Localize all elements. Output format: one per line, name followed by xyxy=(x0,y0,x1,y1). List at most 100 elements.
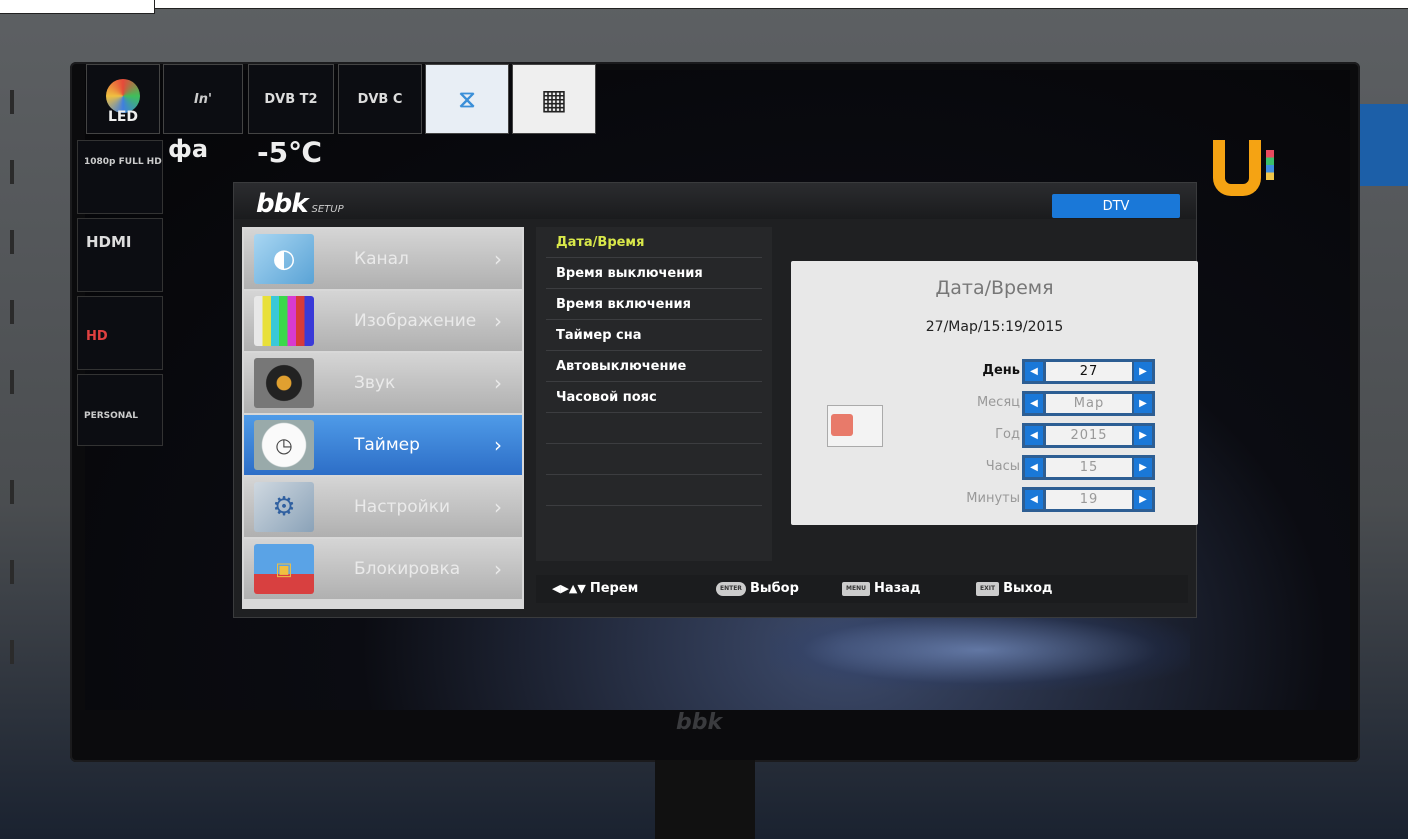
footer-select-hint: ENTER Выбор xyxy=(716,581,799,596)
personal-badge: PERSONAL xyxy=(77,374,163,446)
footer-label: Назад xyxy=(873,581,921,596)
shelf-peg xyxy=(10,90,14,114)
osd-logo: bbk SETUP xyxy=(256,189,344,219)
chevron-right-icon: › xyxy=(494,309,502,333)
submenu-item-datetime[interactable]: Дата/Время xyxy=(546,227,762,258)
menu-item-image[interactable]: Изображение › xyxy=(244,291,522,351)
osd-header: bbk SETUP DTV xyxy=(234,183,1196,219)
gear-icon: ⚙ xyxy=(254,482,314,532)
tv-stand xyxy=(655,760,755,839)
submenu-item-sleep-timer[interactable]: Таймер сна xyxy=(546,320,762,351)
arrow-right-icon[interactable]: ▶ xyxy=(1134,362,1152,381)
submenu-item-timezone[interactable]: Часовой пояс xyxy=(546,382,762,413)
clock-icon: ◷ xyxy=(254,420,314,470)
menu-item-label: Изображение xyxy=(354,311,477,331)
menu-item-label: Блокировка xyxy=(354,559,461,579)
arrow-left-icon[interactable]: ◀ xyxy=(1025,426,1043,445)
footer-label: Выход xyxy=(1003,581,1053,596)
tv-test-pattern-icon xyxy=(254,296,314,346)
tv-brand-logo: bbk xyxy=(676,710,723,735)
field-label: Часы xyxy=(985,459,1020,474)
submenu-item-off-time[interactable]: Время выключения xyxy=(546,258,762,289)
arrow-left-icon[interactable]: ◀ xyxy=(1025,362,1043,381)
menu-item-sound[interactable]: Звук › xyxy=(244,353,522,413)
shelf-peg xyxy=(10,300,14,324)
current-datetime: 27/Мар/15:19/2015 xyxy=(925,319,1064,335)
butterfly-sticker: ⧖ xyxy=(425,64,509,134)
corner-box xyxy=(0,0,155,14)
qr-code-sticker: ▦ xyxy=(512,64,596,134)
hd-media-badge: HD xyxy=(77,296,163,370)
field-value: 15 xyxy=(1046,458,1132,477)
arrow-left-icon[interactable]: ◀ xyxy=(1025,458,1043,477)
menu-item-label: Настройки xyxy=(354,497,451,517)
footer-back-hint: MENU Назад xyxy=(842,581,920,596)
u-channel-logo xyxy=(1213,140,1261,196)
submenu-empty-row xyxy=(546,413,762,444)
chevron-right-icon: › xyxy=(494,371,502,395)
field-hours: Часы ◀ 15 ▶ xyxy=(791,455,1198,481)
osd-footer: ◀▶▲▼ Перем ENTER Выбор MENU Назад EXIT В… xyxy=(536,575,1188,603)
shelf-peg xyxy=(10,370,14,394)
menu-item-lock[interactable]: ▣ Блокировка › xyxy=(244,539,522,599)
arrow-right-icon[interactable]: ▶ xyxy=(1134,394,1152,413)
price-tag xyxy=(1360,104,1408,186)
arrow-left-icon[interactable]: ◀ xyxy=(1025,394,1043,413)
field-year: Год ◀ 2015 ▶ xyxy=(791,423,1198,449)
dvb-c-badge: DVB C xyxy=(338,64,422,134)
field-label: Месяц xyxy=(976,395,1020,410)
submenu-empty-row xyxy=(546,444,762,475)
panel-title: Дата/Время xyxy=(935,277,1054,299)
arrow-left-icon[interactable]: ◀ xyxy=(1025,490,1043,509)
satellite-dish-icon: ◐ xyxy=(254,234,314,284)
year-spinner[interactable]: ◀ 2015 ▶ xyxy=(1022,423,1155,448)
led-badge: LED xyxy=(86,64,160,134)
full-hd-badge: 1080p FULL HD xyxy=(77,140,163,214)
arrow-right-icon[interactable]: ▶ xyxy=(1134,458,1152,477)
field-label: Год xyxy=(995,427,1020,442)
temperature-readout: -5℃ xyxy=(257,136,323,169)
arrow-keys-icon: ◀▶▲▼ xyxy=(552,582,586,595)
footer-exit-hint: EXIT Выход xyxy=(976,581,1053,596)
arrow-right-icon[interactable]: ▶ xyxy=(1134,490,1152,509)
speaker-icon xyxy=(254,358,314,408)
footer-label: Выбор xyxy=(749,581,799,596)
menu-item-label: Канал xyxy=(354,249,409,269)
infoboard-badge: In' xyxy=(163,64,243,134)
field-day: День ◀ 27 ▶ xyxy=(791,359,1198,385)
field-label: Минуты xyxy=(966,491,1020,506)
field-value: 2015 xyxy=(1046,426,1132,445)
shelf-peg xyxy=(10,480,14,504)
chevron-right-icon: › xyxy=(494,495,502,519)
submenu-item-on-time[interactable]: Время включения xyxy=(546,289,762,320)
dvb-t2-badge: DVB T2 xyxy=(248,64,334,134)
main-menu: ◐ Канал › Изображение › Звук › ◷ Таймер … xyxy=(242,227,524,609)
weather-widget-text: фа xyxy=(168,135,209,163)
hdmi-badge: HDMI xyxy=(77,218,163,292)
u-logo-stripes xyxy=(1266,150,1274,180)
arrow-right-icon[interactable]: ▶ xyxy=(1134,426,1152,445)
field-month: Месяц ◀ Мар ▶ xyxy=(791,391,1198,417)
field-value: 19 xyxy=(1046,490,1132,509)
screen-reflection xyxy=(770,610,1190,690)
menu-item-timer[interactable]: ◷ Таймер › xyxy=(244,415,522,475)
minutes-spinner[interactable]: ◀ 19 ▶ xyxy=(1022,487,1155,512)
source-badge[interactable]: DTV xyxy=(1052,194,1180,218)
timer-submenu: Дата/Время Время выключения Время включе… xyxy=(536,227,772,561)
submenu-item-auto-off[interactable]: Автовыключение xyxy=(546,351,762,382)
menu-item-settings[interactable]: ⚙ Настройки › xyxy=(244,477,522,537)
month-spinner[interactable]: ◀ Мар ▶ xyxy=(1022,391,1155,416)
enter-key-icon: ENTER xyxy=(716,581,746,596)
hours-spinner[interactable]: ◀ 15 ▶ xyxy=(1022,455,1155,480)
field-minutes: Минуты ◀ 19 ▶ xyxy=(791,487,1198,513)
chevron-right-icon: › xyxy=(494,247,502,271)
submenu-empty-row xyxy=(546,475,762,506)
menu-item-kanal[interactable]: ◐ Канал › xyxy=(244,229,522,289)
datetime-panel: Дата/Время 27/Мар/15:19/2015 День ◀ 27 ▶… xyxy=(791,261,1198,525)
field-value: 27 xyxy=(1046,362,1132,381)
shelf-peg xyxy=(10,230,14,254)
lock-icon: ▣ xyxy=(254,544,314,594)
top-strip xyxy=(155,0,1408,9)
day-spinner[interactable]: ◀ 27 ▶ xyxy=(1022,359,1155,384)
chevron-right-icon: › xyxy=(494,557,502,581)
